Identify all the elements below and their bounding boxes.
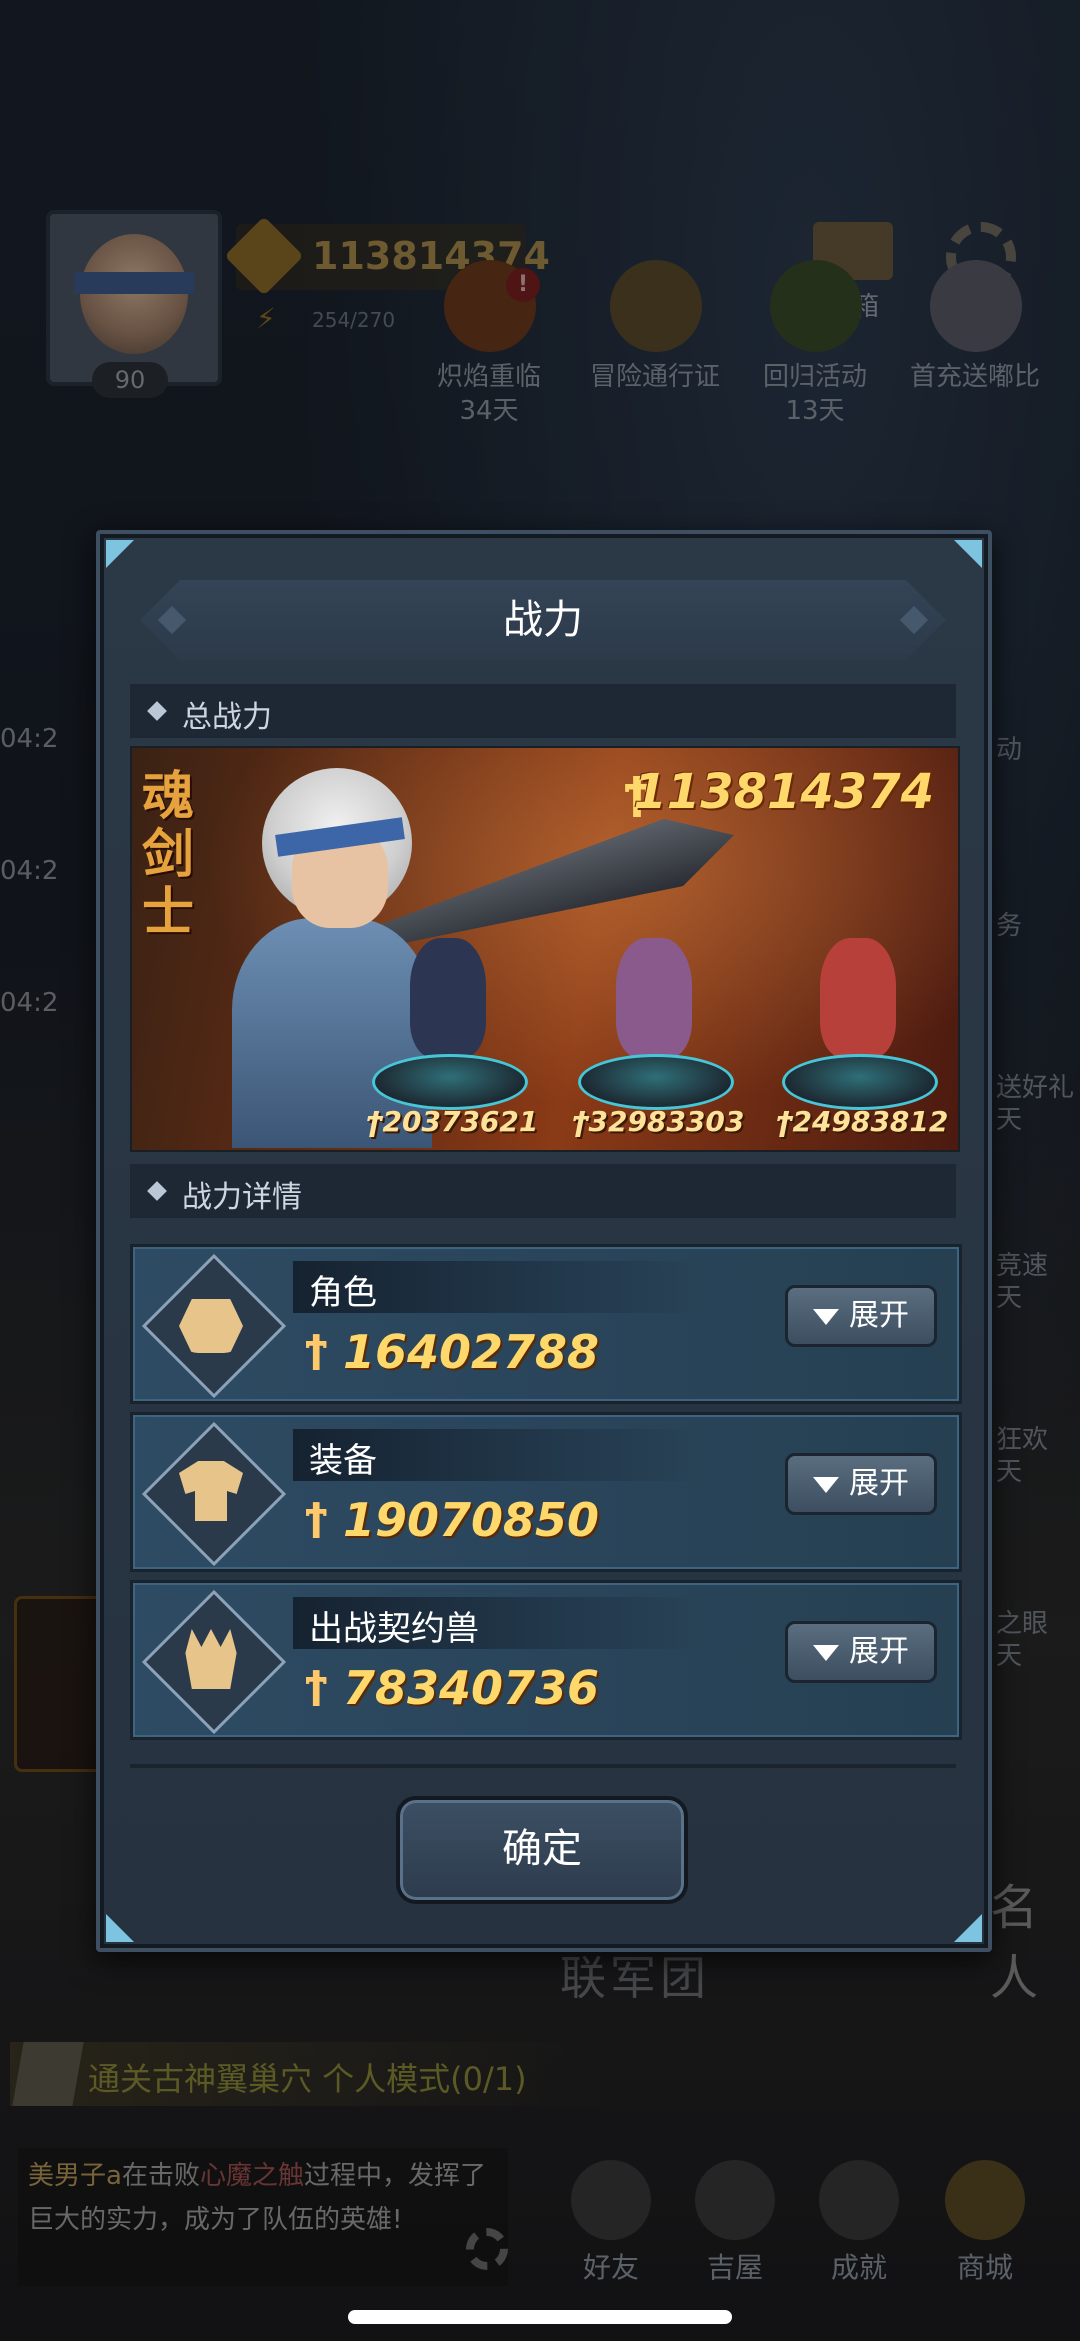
pet-slot-2[interactable]: ϯ32983303 (572, 938, 744, 1138)
home-indicator[interactable] (348, 2310, 732, 2324)
diamond-bullet-icon (147, 1181, 167, 1201)
detail-value: 19070850 (343, 1493, 600, 1547)
expand-button[interactable]: 展开 (785, 1453, 937, 1515)
triangle-down-icon (813, 1644, 839, 1661)
pet-power-value: 32983303 (588, 1105, 745, 1138)
modal-title-banner: 战力 (140, 580, 946, 660)
expand-label: 展开 (849, 1298, 909, 1333)
diamond-bullet-icon (147, 701, 167, 721)
power-modal: 战力 总战力 魂剑士 ϯ 113814374 ϯ20373621 ϯ329833… (96, 530, 992, 1952)
confirm-button[interactable]: 确定 (396, 1796, 688, 1904)
total-power-header: 总战力 (130, 684, 956, 738)
triangle-down-icon (813, 1308, 839, 1325)
corner-ornament (106, 1914, 134, 1942)
modal-title: 战力 (503, 597, 583, 643)
corner-ornament (954, 1914, 982, 1942)
expand-label: 展开 (849, 1634, 909, 1669)
detail-card-equipment: 装备 ϯ 19070850 展开 (130, 1412, 962, 1572)
power-detail-header: 战力详情 (130, 1164, 956, 1218)
power-icon: ϯ (305, 1663, 328, 1707)
pet-slot-1[interactable]: ϯ20373621 (366, 938, 538, 1138)
corner-ornament (106, 540, 134, 568)
pet-pedestal (578, 1054, 734, 1110)
section-title: 总战力 (182, 700, 272, 735)
pet-power: ϯ24983812 (776, 1105, 949, 1138)
section-title: 战力详情 (182, 1180, 302, 1215)
detail-card-character: 角色 ϯ 16402788 展开 (130, 1244, 962, 1404)
expand-button[interactable]: 展开 (785, 1621, 937, 1683)
detail-value: 16402788 (343, 1325, 600, 1379)
pet-figure (820, 938, 896, 1058)
pet-power: ϯ20373621 (366, 1105, 539, 1138)
detail-label: 角色 (309, 1273, 377, 1313)
hero-class-name: 魂剑士 (142, 766, 195, 943)
power-icon: ϯ (305, 1327, 328, 1371)
hood-icon (141, 1253, 287, 1399)
triangle-down-icon (813, 1476, 839, 1493)
pet-figure (616, 938, 692, 1058)
corner-ornament (954, 540, 982, 568)
pet-pedestal (782, 1054, 938, 1110)
divider (130, 1764, 956, 1768)
power-icon: ϯ (305, 1495, 328, 1539)
detail-value: 78340736 (343, 1661, 600, 1715)
pet-slot-3[interactable]: ϯ24983812 (776, 938, 948, 1138)
hero-power-panel: 魂剑士 ϯ 113814374 ϯ20373621 ϯ32983303 ϯ249… (130, 746, 960, 1152)
pet-power-value: 20373621 (382, 1105, 539, 1138)
pet-figure (410, 938, 486, 1058)
expand-label: 展开 (849, 1466, 909, 1501)
armor-icon (141, 1421, 287, 1567)
total-power-value: 113814374 (633, 764, 934, 820)
pet-pedestal (372, 1054, 528, 1110)
detail-label: 装备 (309, 1441, 377, 1481)
pet-power: ϯ32983303 (572, 1105, 745, 1138)
expand-button[interactable]: 展开 (785, 1285, 937, 1347)
detail-card-contract-beast: 出战契约兽 ϯ 78340736 展开 (130, 1580, 962, 1740)
detail-label: 出战契约兽 (309, 1609, 479, 1649)
pet-power-value: 24983812 (792, 1105, 949, 1138)
paw-icon (141, 1589, 287, 1735)
